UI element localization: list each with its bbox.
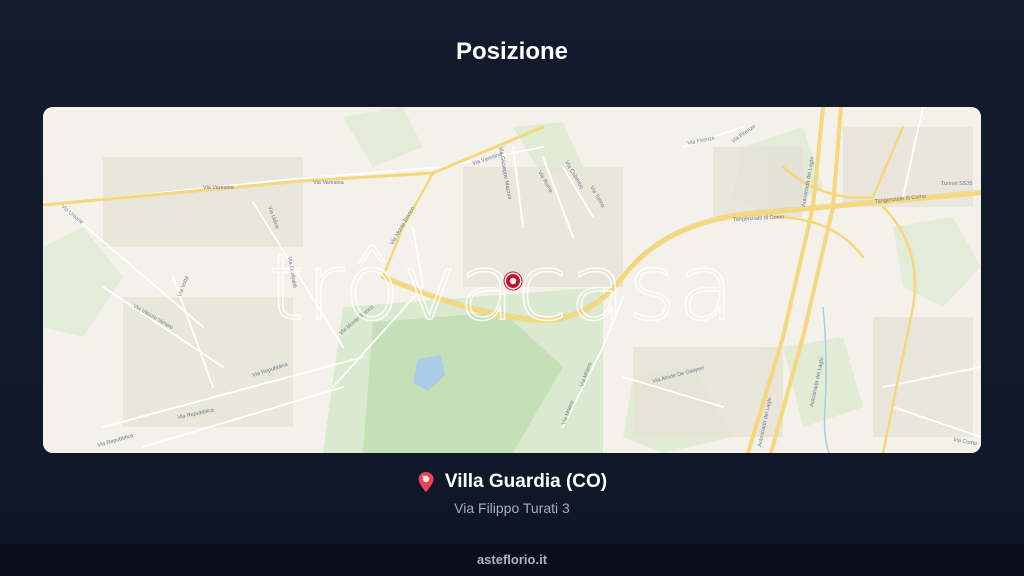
street-label-tunnel: Tunnel SS35 bbox=[941, 181, 973, 187]
watermark-logo: trôvacasa bbox=[268, 234, 736, 341]
location-address: Via Filippo Turati 3 bbox=[454, 500, 570, 516]
location-heading: Villa Guardia (CO) bbox=[0, 471, 1024, 493]
location-name: Villa Guardia (CO) bbox=[444, 471, 608, 492]
location-marker[interactable] bbox=[503, 271, 523, 291]
footer-site-link[interactable]: asteflorio.it bbox=[477, 552, 547, 567]
location-map[interactable]: Lurate Abbate Via Varesina Via Varesina … bbox=[43, 107, 981, 453]
page-title: Posizione bbox=[455, 38, 569, 65]
pin-icon bbox=[417, 471, 435, 493]
street-label-varesina-1: Via Varesina bbox=[203, 185, 235, 191]
footer: asteflorio.it bbox=[0, 544, 1024, 576]
street-label-varesina-2: Via Varesina bbox=[313, 180, 345, 186]
